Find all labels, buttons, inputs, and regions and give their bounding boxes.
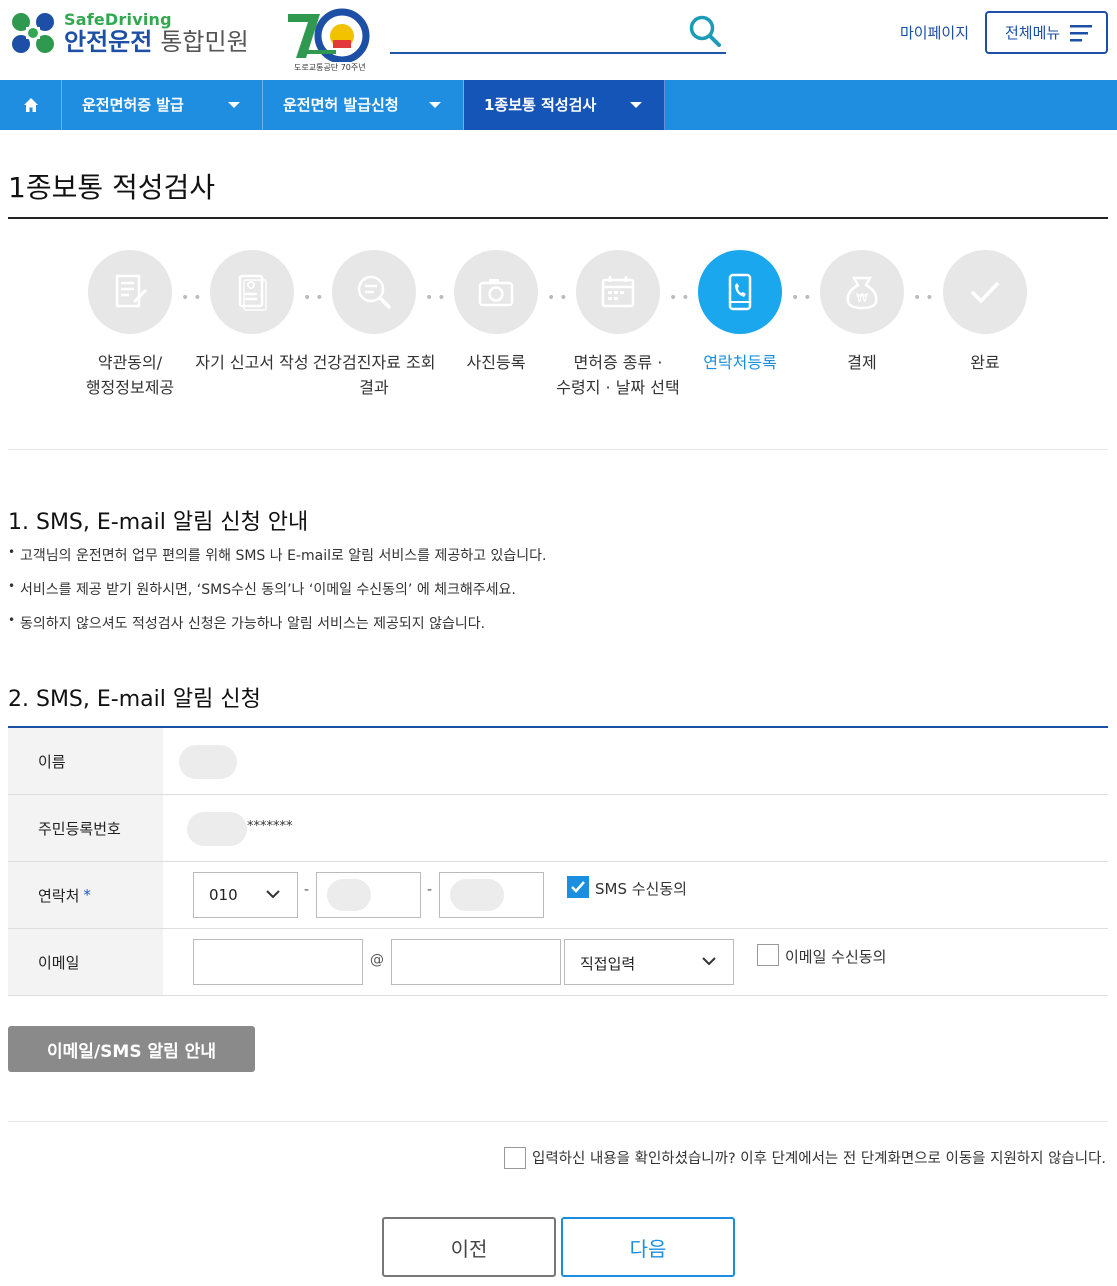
email-domain-input[interactable] (391, 939, 561, 985)
mypage-link[interactable]: 마이페이지 (900, 22, 969, 43)
list-item: 서비스를 제공 받기 원하시면, ‘SMS수신 동의’나 ‘이메일 수신동의’ … (8, 579, 546, 613)
search-doc-icon (332, 250, 416, 334)
logo-sub-text: 통합민원 (160, 27, 249, 56)
home-button[interactable] (0, 80, 62, 130)
email-domain-select-value: 직접입력 (580, 955, 636, 973)
won-bag-icon: ₩ (820, 250, 904, 334)
caret-down-icon (429, 102, 441, 108)
nav-item-label: 운전면허증 발급 (82, 96, 184, 114)
notification-form: 이름 주민등록번호 ******* 연락처 * 010 - - SMS 수신동의… (8, 726, 1108, 996)
step-label-2: 행정정보제공 (85, 378, 175, 397)
caret-down-icon (228, 102, 240, 108)
phone-prefix-select[interactable]: 010 (193, 872, 298, 918)
email-agree-checkbox[interactable] (757, 944, 779, 966)
page-title: 1종보통 적성검사 (8, 171, 216, 204)
section-2-title: 2. SMS, E-mail 알림 신청 (8, 687, 261, 712)
cross-logo-icon (8, 10, 58, 56)
step-label-2: 수령지 · 날짜 선택 (556, 378, 680, 397)
search-input[interactable] (390, 12, 726, 54)
chevron-down-icon (266, 890, 280, 899)
confirm-checkbox[interactable] (504, 1147, 526, 1169)
sms-agree-checkbox[interactable] (567, 876, 589, 898)
nav-item-label: 운전면허 발급신청 (283, 96, 399, 114)
phone-middle-redacted (327, 879, 371, 911)
rrn-masked: ******* (247, 819, 293, 834)
next-button[interactable]: 다음 (561, 1217, 735, 1277)
chevron-down-icon (702, 957, 716, 966)
phone-prefix-value: 010 (209, 886, 238, 904)
progress-steps: 약관동의/행정정보제공 •• 자기 신고서 작성 •• 건강검진자료 조회 결과 … (0, 250, 1117, 420)
breadcrumb-nav: 운전면허증 발급 운전면허 발급신청 1종보통 적성검사 (0, 80, 1117, 130)
form-row-email: 이메일 @ 직접입력 이메일 수신동의 (8, 929, 1108, 996)
home-icon (23, 98, 38, 112)
email-domain-select[interactable]: 직접입력 (564, 939, 734, 985)
email-id-input[interactable] (193, 939, 363, 985)
phone-last-input[interactable] (439, 872, 544, 918)
section-1-title: 1. SMS, E-mail 알림 신청 안내 (8, 510, 309, 535)
hamburger-icon (1070, 25, 1092, 42)
checkmark-icon (571, 881, 585, 893)
form-row-rrn: 주민등록번호 ******* (8, 795, 1108, 862)
required-mark: * (83, 886, 91, 904)
name-label: 이름 (8, 728, 163, 794)
anniversary-text: 도로교통공단 70주년 (294, 63, 366, 72)
phone-dash: - (304, 882, 310, 898)
notice-list: 고객님의 운전면허 업무 편의를 위해 SMS 나 E-mail로 알림 서비스… (8, 545, 546, 647)
all-menu-label: 전체메뉴 (1005, 24, 1061, 42)
site-logo[interactable]: SafeDriving 안전운전 통합민원 (8, 10, 249, 56)
nav-item-license-issue[interactable]: 운전면허증 발급 (62, 80, 263, 130)
nav-item-aptitude-test[interactable]: 1종보통 적성검사 (464, 80, 665, 130)
divider (8, 1121, 1108, 1122)
list-item: 고객님의 운전면허 업무 편의를 위해 SMS 나 E-mail로 알림 서비스… (8, 545, 546, 579)
document-edit-icon (88, 250, 172, 334)
list-item: 동의하지 않으셔도 적성검사 신청은 가능하나 알림 서비스는 제공되지 않습니… (8, 613, 546, 647)
phone-last-redacted (450, 879, 504, 911)
phone-label-text: 연락처 (38, 886, 80, 905)
anniversary-70-logo: 도로교통공단 70주년 (286, 8, 370, 72)
check-icon (943, 250, 1027, 334)
step-label: 완료 (970, 353, 1000, 372)
prev-button[interactable]: 이전 (382, 1217, 556, 1277)
phone-icon (698, 250, 782, 334)
sms-agree-label: SMS 수신동의 (595, 880, 687, 898)
email-sms-notice-button[interactable]: 이메일/SMS 알림 안내 (8, 1026, 255, 1072)
divider (8, 449, 1108, 450)
form-row-phone: 연락처 * 010 - - SMS 수신동의 (8, 862, 1108, 929)
nav-item-issue-request[interactable]: 운전면허 발급신청 (263, 80, 464, 130)
nav-item-label: 1종보통 적성검사 (484, 96, 597, 114)
phone-dash: - (427, 882, 433, 898)
all-menu-button[interactable]: 전체메뉴 (985, 11, 1108, 54)
phone-middle-input[interactable] (316, 872, 421, 918)
email-at: @ (370, 952, 384, 968)
email-label: 이메일 (8, 929, 163, 995)
form-person-icon (210, 250, 294, 334)
camera-icon (454, 250, 538, 334)
step-label-2: 결과 (359, 378, 389, 397)
confirm-label: 입력하신 내용을 확인하셨습니까? 이후 단계에서는 전 단계화면으로 이동을 … (532, 1151, 1107, 1167)
search-icon[interactable] (688, 14, 722, 48)
rrn-value-redacted (187, 812, 247, 846)
calendar-icon (576, 250, 660, 334)
email-agree-label: 이메일 수신동의 (785, 948, 887, 966)
name-value-redacted (179, 745, 237, 779)
logo-tagline: SafeDriving (64, 9, 172, 29)
caret-down-icon (630, 102, 642, 108)
logo-main-text: 안전운전 (64, 27, 153, 56)
header: SafeDriving 안전운전 통합민원 도로교통공단 70주년 마이페이지 전… (0, 0, 1117, 80)
rrn-label: 주민등록번호 (8, 795, 163, 861)
form-row-name: 이름 (8, 728, 1108, 795)
title-divider (8, 217, 1108, 219)
svg-text:₩: ₩ (856, 291, 868, 305)
step-complete: 완료 (910, 250, 1060, 375)
phone-label: 연락처 * (8, 862, 163, 928)
